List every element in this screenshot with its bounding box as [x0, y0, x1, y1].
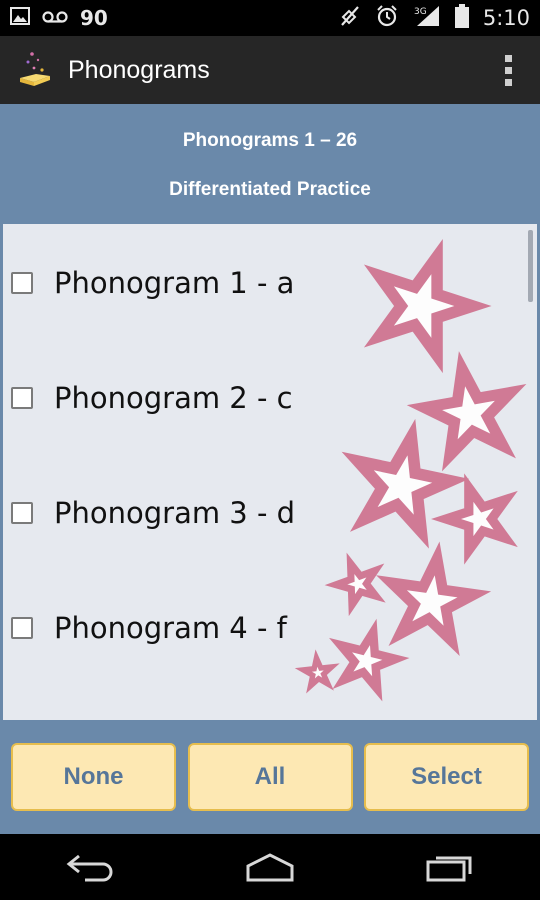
star-shape [385, 553, 479, 643]
item-label: Phonogram 3 - d [54, 496, 296, 530]
recents-icon[interactable] [410, 842, 490, 892]
item-label: Phonogram 1 - a [54, 266, 295, 300]
star-shape [302, 657, 333, 687]
back-icon[interactable] [50, 842, 130, 892]
item-checkbox[interactable] [11, 272, 33, 294]
status-left: 90 [10, 6, 339, 30]
item-checkbox[interactable] [11, 617, 33, 639]
network-label: 3G [414, 7, 427, 17]
system-nav-bar [0, 834, 540, 900]
phonogram-list[interactable]: Phonogram 1 - a Phonogram 2 - c Phonogra… [0, 224, 540, 720]
alarm-icon [375, 4, 399, 32]
list-item[interactable]: Phonogram 1 - a [11, 253, 294, 313]
app-title: Phonograms [68, 55, 210, 84]
header-subtitle: Differentiated Practice [169, 179, 371, 200]
book-sparkle-icon[interactable] [18, 48, 54, 93]
status-bar: 90 3G 5:10 [0, 0, 540, 36]
star-shape [346, 427, 458, 535]
notification-count: 90 [80, 6, 108, 30]
star-shape [331, 556, 384, 608]
menu-dot [504, 54, 512, 62]
list-item[interactable]: Phonogram 4 - f [11, 598, 287, 658]
home-icon[interactable] [230, 842, 310, 892]
item-checkbox[interactable] [11, 387, 33, 409]
menu-dot [504, 78, 512, 86]
star-shape [332, 625, 400, 691]
voicemail-icon [42, 9, 68, 28]
image-icon [10, 6, 30, 30]
signal-3g-icon: 3G [413, 4, 441, 32]
star-shape [419, 361, 520, 458]
item-checkbox[interactable] [11, 502, 33, 524]
item-label: Phonogram 2 - c [54, 381, 293, 415]
battery-icon [454, 4, 469, 32]
all-button[interactable]: All [187, 743, 353, 811]
star-shape [361, 241, 484, 361]
button-bar: None All Select [0, 720, 540, 834]
overflow-menu-icon[interactable] [492, 48, 524, 92]
item-label: Phonogram 4 - f [54, 611, 287, 645]
practice-header: Phonograms 1 – 26 Differentiated Practic… [0, 104, 540, 224]
list-item[interactable]: Phonogram 2 - c [11, 368, 293, 428]
none-button[interactable]: None [11, 743, 176, 811]
header-title: Phonograms 1 – 26 [182, 130, 358, 151]
menu-dot [504, 66, 512, 74]
list-item[interactable]: Phonogram 3 - d [11, 483, 295, 543]
star-shape [439, 478, 517, 554]
list-scrollbar[interactable] [528, 230, 533, 302]
status-right: 3G 5:10 [339, 4, 530, 32]
status-time: 5:10 [482, 6, 530, 30]
select-button[interactable]: Select [364, 743, 529, 811]
action-bar: Phonograms [0, 36, 540, 104]
mute-icon [339, 5, 361, 31]
